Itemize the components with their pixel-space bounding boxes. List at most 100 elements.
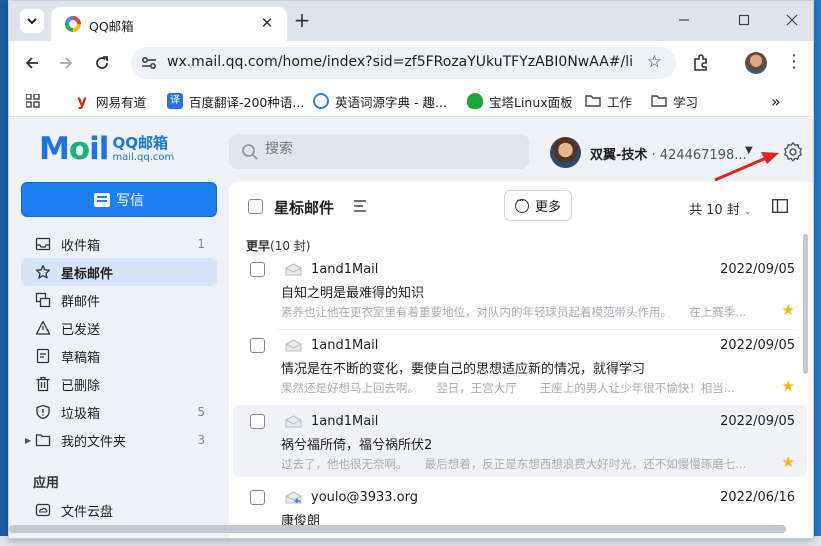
- bookmark-folder-work[interactable]: 工作: [585, 92, 632, 110]
- address-bar[interactable]: wx.mail.qq.com/home/index?sid=zf5FRozaYU…: [131, 47, 676, 79]
- maximize-button[interactable]: [721, 7, 767, 33]
- email-row[interactable]: 1and1Mail 2022/09/05 自知之明是最难得的知识 素养也让他在更…: [233, 253, 807, 325]
- email-checkbox[interactable]: [250, 490, 265, 505]
- new-tab-button[interactable]: +: [291, 10, 313, 32]
- sidebar-item-label: 草稿箱: [61, 350, 101, 366]
- reload-button[interactable]: [90, 51, 114, 75]
- logo-text: QQ邮箱 mail.qq.com: [112, 135, 174, 163]
- sidebar-item-sent[interactable]: 已发送: [21, 314, 217, 342]
- list-filter-icon[interactable]: [354, 200, 366, 212]
- back-button[interactable]: [20, 51, 44, 75]
- youdao-icon: y: [77, 92, 87, 110]
- starred-star-icon[interactable]: ★: [782, 377, 795, 395]
- browser-menu-icon[interactable]: ⋮: [785, 51, 803, 75]
- search-input[interactable]: [265, 141, 505, 157]
- extensions-icon[interactable]: [691, 53, 711, 73]
- baota-icon: [467, 93, 483, 109]
- etymology-icon: [313, 93, 329, 109]
- close-window-button[interactable]: [769, 7, 813, 33]
- spam-count: 5: [197, 405, 205, 419]
- browser-toolbar: wx.mail.qq.com/home/index?sid=zf5FRozaYU…: [9, 41, 813, 85]
- envelope-read-icon: [285, 415, 302, 428]
- bookmark-baidu-translate[interactable]: 译 百度翻译-200种语...: [167, 92, 304, 110]
- arrow-left-icon: [25, 57, 38, 69]
- group-count: (10 封): [270, 239, 311, 253]
- sidebar-item-starred[interactable]: 星标邮件: [21, 258, 217, 286]
- email-preview: 过去了，他也很无奈啊。 最后想着，反正是东想西想浪费大好时光，还不如慢慢琢磨七.…: [281, 457, 747, 471]
- forward-button[interactable]: [54, 51, 78, 75]
- group-label: 更早: [246, 239, 271, 253]
- email-checkbox[interactable]: [250, 262, 265, 277]
- sidebar-item-inbox[interactable]: 收件箱 1: [21, 230, 217, 258]
- envelope-reply-icon: [285, 491, 302, 504]
- close-icon: [786, 14, 798, 26]
- sidebar-item-deleted[interactable]: 已删除: [21, 370, 217, 398]
- starred-star-icon[interactable]: ★: [782, 453, 795, 471]
- email-checkbox[interactable]: [250, 414, 265, 429]
- minimize-button[interactable]: [661, 7, 707, 33]
- user-avatar[interactable]: [550, 137, 581, 168]
- sidebar-item-my-folders[interactable]: ▶ 我的文件夹 3: [21, 426, 217, 454]
- annotation-arrow: [714, 152, 779, 182]
- tab-search-button[interactable]: [20, 9, 44, 33]
- sidebar-item-spam[interactable]: 垃圾箱 5: [21, 398, 217, 426]
- site-info-icon[interactable]: [141, 55, 157, 71]
- horizontal-scrollbar[interactable]: [9, 525, 786, 533]
- email-subject: 情况是在不断的变化，要使自己的思想适应新的情况，就得学习: [281, 362, 646, 377]
- sent-icon: [35, 320, 51, 335]
- bookmark-baota[interactable]: 宝塔Linux面板: [467, 92, 573, 110]
- apps-grid-icon[interactable]: [26, 94, 40, 108]
- bookmark-label: 网易有道: [96, 94, 147, 110]
- sidebar-item-label: 垃圾箱: [61, 406, 101, 422]
- email-date: 2022/09/05: [720, 414, 795, 429]
- maximize-icon: [738, 14, 750, 26]
- mail-search-box[interactable]: [229, 134, 529, 169]
- bookmark-label: 学习: [673, 94, 699, 110]
- more-icon: [514, 194, 529, 213]
- email-subject: 祸兮福所倚，福兮祸所伏2: [281, 438, 433, 453]
- sidebar-item-group-mail[interactable]: 群邮件: [21, 286, 217, 314]
- sidebar-item-label: 已删除: [61, 378, 101, 394]
- email-row[interactable]: 1and1Mail 2022/09/05 祸兮福所倚，福兮祸所伏2 过去了，他也…: [233, 405, 807, 477]
- total-count: 共 10 封: [689, 203, 740, 218]
- bookmark-star-icon[interactable]: ☆: [647, 52, 662, 72]
- close-tab-icon[interactable]: ✕: [257, 13, 277, 33]
- sidebar-item-drafts[interactable]: 草稿箱: [21, 342, 217, 370]
- user-name: 双翼-技术: [590, 148, 648, 163]
- email-checkbox[interactable]: [250, 338, 265, 353]
- arrow-right-icon: [60, 57, 73, 69]
- compose-icon: [94, 192, 110, 207]
- spam-icon: [36, 404, 50, 420]
- qqmail-logo[interactable]: Moil QQ邮箱 mail.qq.com: [39, 131, 174, 167]
- bookmarks-bar: y 网易有道 译 百度翻译-200种语... 英语词源字典 - 趣... 宝塔L…: [9, 85, 813, 117]
- trash-icon: [36, 376, 50, 392]
- email-sender: youlo@3933.org: [311, 490, 418, 505]
- apps-section-title: 应用: [33, 476, 60, 491]
- select-all-checkbox[interactable]: [248, 199, 263, 214]
- expand-caret-icon[interactable]: ▶: [25, 436, 31, 445]
- compose-button[interactable]: 写信: [21, 182, 217, 217]
- total-count-dropdown[interactable]: 共 10 封 ⌄: [689, 199, 752, 218]
- reading-pane-layout-icon[interactable]: [772, 199, 788, 213]
- sidebar-item-cloud-drive[interactable]: 文件云盘: [21, 496, 217, 524]
- profile-avatar[interactable]: [745, 52, 767, 74]
- folder-icon: [651, 95, 667, 107]
- email-date: 2022/09/05: [720, 338, 795, 353]
- bookmark-youdao[interactable]: y 网易有道: [74, 92, 146, 110]
- bookmark-etymology[interactable]: 英语词源字典 - 趣...: [313, 92, 447, 110]
- more-actions-button[interactable]: 更多: [504, 190, 572, 221]
- url-text[interactable]: wx.mail.qq.com/home/index?sid=zf5FRozaYU…: [167, 54, 632, 70]
- starred-star-icon[interactable]: ★: [782, 301, 795, 319]
- tab-strip: QQ邮箱 ✕ +: [9, 1, 813, 41]
- group-mail-icon: [35, 292, 51, 308]
- tab-qqmail[interactable]: QQ邮箱 ✕: [51, 7, 287, 41]
- minimize-icon: [679, 19, 689, 21]
- email-row[interactable]: 1and1Mail 2022/09/05 情况是在不断的变化，要使自己的思想适应…: [233, 329, 807, 401]
- email-sender: 1and1Mail: [311, 262, 379, 277]
- bookmark-folder-study[interactable]: 学习: [651, 92, 698, 110]
- mail-list-scrollbar[interactable]: [803, 234, 808, 374]
- chevron-down-icon: ⌄: [743, 207, 752, 217]
- qqmail-app: Moil QQ邮箱 mail.qq.com 双翼-技术 · 424467198.…: [9, 118, 813, 538]
- more-bookmarks-icon[interactable]: »: [771, 92, 781, 111]
- bookmark-label: 宝塔Linux面板: [489, 94, 573, 110]
